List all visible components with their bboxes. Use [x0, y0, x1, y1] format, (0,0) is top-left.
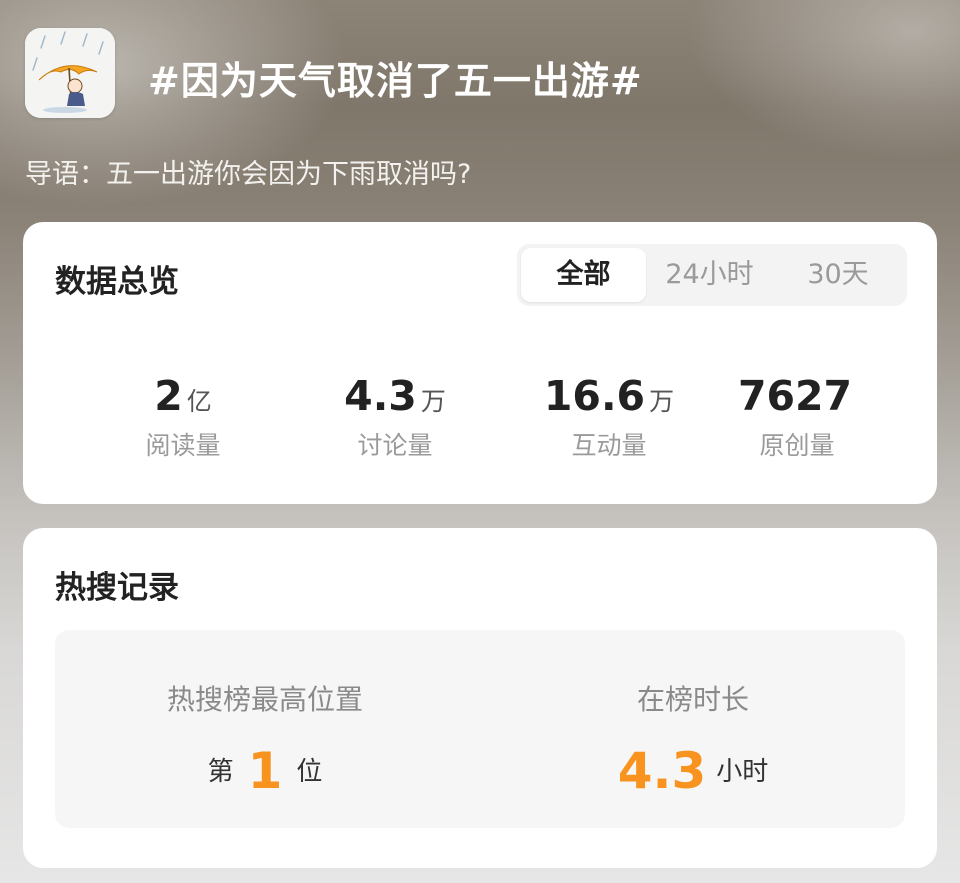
tab-24-hours[interactable]: 24小时: [647, 248, 772, 302]
overview-title: 数据总览: [55, 264, 179, 300]
stat-original-count: 7627 原创量: [697, 372, 897, 462]
hot-search-duration: 在榜时长 4.3 小时: [523, 678, 863, 800]
stat-unit: 亿: [186, 387, 212, 416]
duration-value: 4.3: [617, 742, 707, 800]
tab-all[interactable]: 全部: [521, 248, 646, 302]
stat-label: 互动量: [571, 431, 647, 460]
rank-suffix: 位: [296, 757, 323, 787]
stat-label: 阅读量: [145, 431, 221, 460]
hot-search-card: 热搜记录 热搜榜最高位置 第1位 在榜时长 4.3 小时: [23, 528, 937, 868]
topic-guide: 导语：五一出游你会因为下雨取消吗?: [25, 159, 472, 190]
stat-label: 讨论量: [357, 431, 433, 460]
hot-search-panel: 热搜榜最高位置 第1位 在榜时长 4.3 小时: [55, 630, 905, 828]
stat-value: 4.3: [344, 372, 417, 420]
duration-label: 在榜时长: [636, 683, 749, 716]
topic-title: #因为天气取消了五一出游#: [148, 59, 643, 103]
rank-value: 1: [247, 742, 283, 800]
stat-unit: 万: [420, 387, 446, 416]
rank-prefix: 第: [207, 757, 234, 787]
hot-search-title: 热搜记录: [55, 570, 179, 606]
data-overview-card: 数据总览 全部 24小时 30天 2亿 阅读量 4.3 万 讨论量 16.6 万 互…: [23, 222, 937, 504]
stat-interaction-count: 16.6 万 互动量: [509, 372, 709, 462]
topic-avatar-icon[interactable]: [25, 28, 115, 118]
stat-unit: 万: [649, 387, 675, 416]
stat-label: 原创量: [759, 431, 835, 460]
hot-search-highest-rank: 热搜榜最高位置 第1位: [95, 678, 435, 800]
stat-read-count: 2亿 阅读量: [83, 372, 283, 462]
duration-unit: 小时: [716, 757, 769, 787]
rank-label: 热搜榜最高位置: [166, 683, 363, 716]
tab-30-days[interactable]: 30天: [773, 248, 903, 302]
stat-value: 16.6: [543, 372, 646, 420]
stat-value: 2: [154, 372, 183, 420]
stat-value: 7627: [737, 372, 853, 420]
time-range-tabs: 全部 24小时 30天: [517, 244, 907, 306]
stat-discussion-count: 4.3 万 讨论量: [295, 372, 495, 462]
